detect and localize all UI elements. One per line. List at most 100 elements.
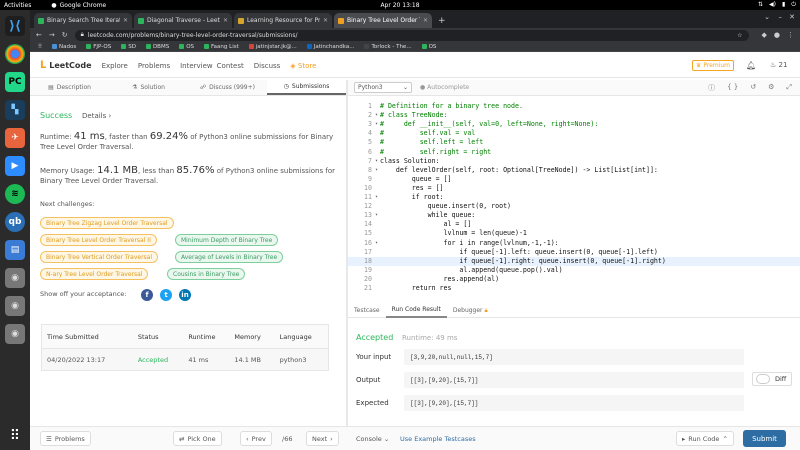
code-line[interactable]: 5 # self.left = left	[348, 138, 800, 147]
autocomplete-toggle[interactable]: ● Autocomplete	[420, 84, 469, 91]
fold-arrow-icon[interactable]: ▾	[375, 239, 378, 248]
postman-icon[interactable]: ✈	[5, 128, 25, 148]
challenge-chip[interactable]: Average of Levels in Binary Tree	[175, 251, 284, 263]
nav-discuss[interactable]: Discuss	[254, 62, 281, 70]
code-line[interactable]: 11 ▾ if root:	[348, 193, 800, 202]
language-select[interactable]: Python3 ⌄	[354, 82, 412, 93]
next-button[interactable]: Next ›	[306, 431, 339, 446]
code-line[interactable]: 12 queue.insert(0, root)	[348, 202, 800, 211]
pick-one-button[interactable]: ⇄ Pick One	[173, 431, 222, 446]
code-line[interactable]: 21 return res	[348, 284, 800, 293]
bookmark-item[interactable]: OS	[179, 44, 194, 50]
document-viewer-icon[interactable]: ▤	[5, 240, 25, 260]
forward-icon[interactable]: →	[49, 31, 55, 39]
code-line[interactable]: 2 ▾ # class TreeNode:	[348, 111, 800, 120]
points-counter[interactable]: ♨ 21	[770, 61, 787, 69]
fold-arrow-icon[interactable]: ▾	[375, 166, 378, 175]
problems-button[interactable]: ☰ Problems	[40, 431, 91, 446]
code-line[interactable]: 19 al.append(queue.pop().val)	[348, 266, 800, 275]
nav-interview[interactable]: Interview	[180, 62, 213, 70]
browser-tab[interactable]: Binary Search Tree Iterat ✕	[34, 13, 132, 28]
details-link[interactable]: Details ›	[82, 112, 111, 120]
address-bar[interactable]: 🔒︎ leetcode.com/problems/binary-tree-lev…	[74, 29, 749, 41]
bookmark-item[interactable]: Torlock - The...	[364, 44, 412, 50]
chrome-dock-icon[interactable]	[5, 44, 25, 64]
zoom-icon[interactable]: ▶	[5, 156, 25, 176]
nav-contest[interactable]: Contest	[217, 62, 244, 70]
close-tab-icon[interactable]: ✕	[123, 17, 128, 24]
premium-button[interactable]: ♛ Premium	[692, 60, 735, 71]
clock[interactable]: Apr 20 13:18	[380, 2, 419, 9]
code-line[interactable]: 15 lvlnum = len(queue)-1	[348, 229, 800, 238]
bookmark-item[interactable]: SD	[121, 44, 136, 50]
code-line[interactable]: 17 if queue[-1].left: queue.insert(0, qu…	[348, 248, 800, 257]
info-circle-icon[interactable]: ⓘ	[708, 83, 715, 93]
disk-drive-icon[interactable]: ◉	[5, 268, 25, 288]
bookmark-item[interactable]: jatinjstar.jk@...	[248, 44, 297, 50]
bookmark-item[interactable]: Faang List	[204, 44, 239, 50]
tab-description[interactable]: ▤ Description	[30, 80, 109, 95]
fullscreen-icon[interactable]: ⤢	[786, 83, 792, 93]
show-apps-icon[interactable]: ⠿	[10, 428, 20, 444]
spotify-icon[interactable]: ≋	[5, 184, 25, 204]
tab-testcase[interactable]: Testcase	[348, 304, 386, 318]
code-line[interactable]: 1 # Definition for a binary tree node.	[348, 102, 800, 111]
close-tab-icon[interactable]: ✕	[223, 17, 228, 24]
fold-arrow-icon[interactable]: ▾	[375, 211, 378, 220]
challenge-chip[interactable]: Binary Tree Level Order Traversal II	[40, 234, 157, 246]
close-tab-icon[interactable]: ✕	[323, 17, 328, 24]
code-braces-icon[interactable]: { }	[727, 83, 738, 93]
code-line[interactable]: 3 ▾ # def __init__(self, val=0, left=None,…	[348, 120, 800, 129]
fold-arrow-icon[interactable]: ▾	[375, 157, 378, 166]
apps-icon[interactable]: ⠿	[38, 44, 42, 50]
code-line[interactable]: 7 ▾ class Solution:	[348, 157, 800, 166]
activities-button[interactable]: Activities	[4, 2, 31, 9]
notification-bell-icon[interactable]: 🔔︎	[746, 61, 756, 70]
code-line[interactable]: 8 ▾ def levelOrder(self, root: Optional[T…	[348, 166, 800, 175]
bookmark-item[interactable]: DBMS	[145, 44, 169, 50]
challenge-chip[interactable]: Minimum Depth of Binary Tree	[175, 234, 279, 246]
twitter-icon[interactable]: t	[160, 289, 172, 301]
disk-drive-2-icon[interactable]: ◉	[5, 296, 25, 316]
back-icon[interactable]: ←	[36, 31, 42, 39]
nav-explore[interactable]: Explore	[102, 62, 128, 70]
challenge-chip[interactable]: Binary Tree Zigzag Level Order Traversal	[40, 217, 174, 229]
bookmark-item[interactable]: Nados	[52, 44, 76, 50]
table-row[interactable]: 04/20/2022 13:17 Accepted 41 ms 14.1 MB …	[41, 348, 329, 371]
code-line[interactable]: 16 ▾ for i in range(lvlnum,-1,-1):	[348, 239, 800, 248]
challenge-chip[interactable]: Binary Tree Vertical Order Traversal	[40, 251, 159, 263]
new-tab-icon[interactable]: +	[438, 16, 446, 26]
browser-tab-active[interactable]: Binary Tree Level Order T ✕	[334, 13, 432, 28]
run-code-button[interactable]: ▸ Run Code ⌃	[676, 431, 734, 446]
chrome-menu-icon[interactable]: ⋮	[787, 31, 794, 39]
nav-problems[interactable]: Problems	[138, 62, 170, 70]
pycharm-icon[interactable]: PC	[5, 72, 25, 92]
settings-icon[interactable]: ⚙	[768, 83, 774, 93]
code-line[interactable]: 13 ▾ while queue:	[348, 211, 800, 220]
bookmark-item[interactable]: FJP-OS	[86, 44, 111, 50]
leetcode-logo[interactable]: ᒪ LeetCode	[40, 60, 92, 71]
code-line[interactable]: 14 al = []	[348, 220, 800, 229]
reset-icon[interactable]: ↺	[750, 83, 756, 93]
submit-button[interactable]: Submit	[743, 430, 786, 447]
code-line[interactable]: 4 # self.val = val	[348, 129, 800, 138]
minimize-icon[interactable]: –	[779, 13, 783, 21]
browser-tab[interactable]: Diagonal Traverse - Leetc ✕	[134, 13, 232, 28]
challenge-chip[interactable]: Cousins in Binary Tree	[167, 268, 246, 280]
fold-arrow-icon[interactable]: ▾	[375, 120, 378, 129]
vscode-icon[interactable]: ⟩⟨	[5, 16, 25, 36]
tab-debugger[interactable]: Debugger 🔒︎	[447, 304, 494, 318]
sublime-icon[interactable]: ▚	[5, 100, 25, 120]
tab-search-icon[interactable]: ⌄	[764, 13, 770, 21]
prev-button[interactable]: ‹ Prev	[240, 431, 272, 446]
qbittorrent-icon[interactable]: qb	[5, 212, 25, 232]
close-window-icon[interactable]: ✕	[789, 13, 795, 21]
browser-tab[interactable]: Learning Resource for Pr ✕	[234, 13, 332, 28]
reload-icon[interactable]: ↻	[62, 31, 68, 39]
code-line[interactable]: 9 queue = []	[348, 175, 800, 184]
tab-run-code-result[interactable]: Run Code Result	[385, 304, 447, 318]
status-link[interactable]: Accepted	[132, 348, 184, 371]
linkedin-icon[interactable]: in	[179, 289, 191, 301]
tab-discuss[interactable]: ☍ Discuss (999+)	[188, 80, 267, 95]
use-example-testcases-link[interactable]: Use Example Testcases	[400, 435, 476, 443]
